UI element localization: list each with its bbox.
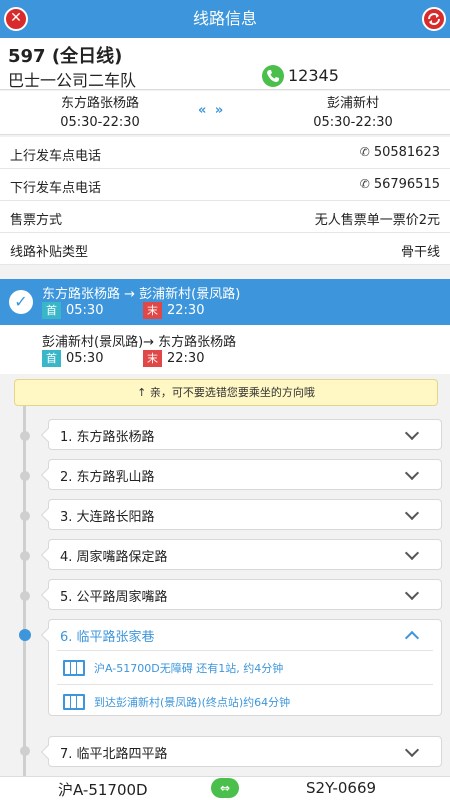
line-info-list: 上行发车点电话 ✆ 50581623 下行发车点电话 ✆ 56796515 售票方式… [0,137,450,265]
stop-item[interactable]: 2. 东方路乳山路 [40,459,442,490]
first-bus-time: 05:30 [66,351,104,366]
stop-item[interactable]: 4. 周家嘴路保定路 [40,539,442,570]
timeline-dot [20,746,30,756]
stop-pointer [40,627,56,643]
info-row-down-phone[interactable]: 下行发车点电话 ✆ 56796515 [0,169,450,201]
divider [57,684,433,685]
timeline-dot-current [19,629,31,641]
stop-item-expanded[interactable]: 6. 临平路张家巷 沪A-51700D无障碍 还有1站, 约4分钟 到达彭浦新村… [40,619,442,716]
chevron-down-icon[interactable] [404,425,420,441]
start-terminal-hours: 05:30-22:30 [60,115,140,130]
chevron-down-icon[interactable] [404,585,420,601]
first-bus-tag: 首 [42,302,61,319]
stop-name: 7. 临平北路四平路 [60,747,168,762]
direction-times: 首 05:30 末 22:30 [42,302,204,319]
direction-selector: ✓ 东方路张杨路 → 彭浦新村(景凤路) 首 05:30 末 22:30 彭浦新村(景… [0,279,450,374]
direction-tip: ↑ 亲，可不要选错您要乘坐的方向哦 [14,379,438,406]
direction-route: 东方路张杨路 → 彭浦新村(景凤路) [42,287,241,302]
stop-pointer [40,587,56,603]
timeline-dot [20,551,30,561]
stop-name: 6. 临平路张家巷 [60,630,155,645]
end-terminal-name: 彭浦新村 [326,96,379,111]
end-terminal-hours: 05:30-22:30 [313,115,393,130]
info-label: 下行发车点电话 [10,181,102,196]
bus-plate-right[interactable]: S2Y-0669 [306,779,376,797]
info-row-ticket: 售票方式 无人售票单一票价2元 [0,201,450,233]
direction-route: 彭浦新村(景凤路)→ 东方路张杨路 [42,335,237,350]
timeline-dot [20,591,30,601]
map-icon [63,660,85,676]
info-value[interactable]: ✆ 56796515 [360,177,440,192]
direction-option-selected[interactable]: ✓ 东方路张杨路 → 彭浦新村(景凤路) 首 05:30 末 22:30 [0,279,450,325]
last-bus-tag: 末 [143,302,162,319]
info-label: 线路补贴类型 [10,245,89,260]
chevron-up-icon[interactable] [404,630,420,646]
divider [57,650,433,651]
page-title: 线路信息 [192,9,257,28]
bottom-bar: 沪A-51700D ⇔ S2Y-0669 [0,776,450,800]
timeline-dot [20,511,30,521]
phone-number[interactable]: 12345 [288,66,339,85]
end-terminal: 彭浦新村 05:30-22:30 [273,94,433,132]
bus-plate-left[interactable]: 沪A-51700D [58,779,148,800]
phone-icon[interactable] [262,65,284,87]
chevron-down-icon[interactable] [404,505,420,521]
info-value: 骨干线 [400,245,440,260]
stop-item[interactable]: 7. 临平北路四平路 [40,736,442,767]
telephone-icon: ✆ [359,145,370,159]
switch-arrows-icon[interactable]: ⇔ [211,778,239,798]
info-value[interactable]: ✆ 50581623 [360,145,440,160]
timeline-dot [20,431,30,441]
telephone-icon: ✆ [359,177,370,191]
stop-pointer [40,547,56,563]
checkmark-icon: ✓ [9,290,33,314]
direction-times: 首 05:30 末 22:30 [42,350,204,367]
up-phone-number[interactable]: 50581623 [374,145,440,160]
down-phone-number[interactable]: 56796515 [374,177,440,192]
direction-arrows-icon: « » [198,103,226,118]
start-terminal-name: 东方路张杨路 [60,96,139,111]
last-bus-tag: 末 [143,350,162,367]
refresh-glyph [428,13,440,25]
chevron-down-icon[interactable] [404,742,420,758]
top-bar: ✕ 线路信息 [0,0,450,38]
stop-name: 5. 公平路周家嘴路 [60,590,168,605]
info-row-up-phone[interactable]: 上行发车点电话 ✆ 50581623 [0,137,450,169]
stop-item[interactable]: 1. 东方路张杨路 [40,419,442,450]
first-bus-tag: 首 [42,350,61,367]
info-label: 上行发车点电话 [10,149,102,164]
stop-pointer [40,507,56,523]
info-value: 无人售票单一票价2元 [314,213,440,228]
last-bus-time: 22:30 [167,303,205,318]
chevron-down-icon[interactable] [404,465,420,481]
refresh-icon[interactable] [422,7,446,31]
terminal-info: 东方路张杨路 05:30-22:30 « » 彭浦新村 05:30-22:30 [0,91,450,135]
last-bus-time: 22:30 [167,351,205,366]
stop-pointer [40,467,56,483]
stop-pointer [40,427,56,443]
bus-arrival-text: 沪A-51700D无障碍 还有1站, 约4分钟 [94,662,284,675]
stop-name: 3. 大连路长阳路 [60,510,155,525]
direction-option[interactable]: 彭浦新村(景凤路)→ 东方路张杨路 首 05:30 末 22:30 [0,327,450,373]
company-name: 巴士一公司二车队 [8,71,137,90]
stop-name: 4. 周家嘴路保定路 [60,550,168,565]
chevron-down-icon[interactable] [404,545,420,561]
destination-eta-text: 到达彭浦新村(景凤路)(终点站)约64分钟 [94,696,291,709]
info-row-subsidy: 线路补贴类型 骨干线 [0,233,450,265]
stop-item[interactable]: 5. 公平路周家嘴路 [40,579,442,610]
stop-name: 1. 东方路张杨路 [60,430,155,445]
info-label: 售票方式 [10,213,63,228]
stop-name: 2. 东方路乳山路 [60,470,155,485]
timeline-dot [20,471,30,481]
stop-pointer [40,744,56,760]
line-name: 597 (全日线) [8,46,123,67]
first-bus-time: 05:30 [66,303,104,318]
line-header: 597 (全日线) 巴士一公司二车队 12345 [0,38,450,90]
stop-item[interactable]: 3. 大连路长阳路 [40,499,442,530]
start-terminal: 东方路张杨路 05:30-22:30 [20,94,180,132]
map-icon [63,694,85,710]
